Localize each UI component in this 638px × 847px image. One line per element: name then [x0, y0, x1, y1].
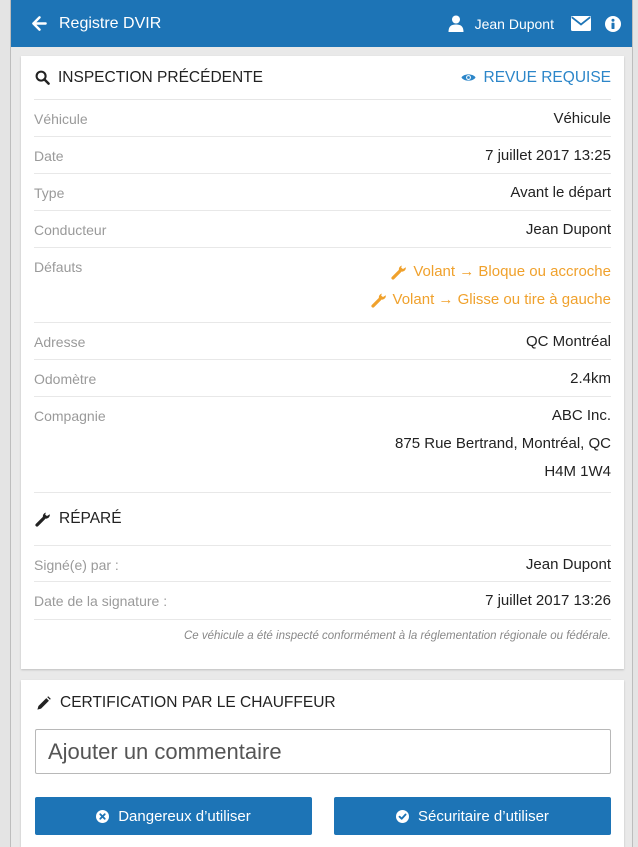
eye-icon — [460, 74, 476, 81]
date-row: Date 7 juillet 2017 13:25 — [34, 137, 611, 174]
type-row: Type Avant le départ — [34, 174, 611, 211]
inspection-header: INSPECTION PRÉCÉDENTE REVUE REQUISE — [34, 56, 611, 100]
back-button[interactable]: Registre DVIR — [32, 15, 161, 33]
x-circle-icon — [96, 809, 110, 823]
odometer-row: Odomètre 2.4km — [34, 360, 611, 397]
company-name: ABC Inc. — [551, 407, 611, 424]
certification-title: CERTIFICATION PAR LE CHAUFFEUR — [60, 694, 336, 711]
wrench-icon — [35, 512, 50, 527]
check-circle-icon — [396, 809, 410, 823]
comment-input[interactable] — [35, 729, 611, 774]
odometer-label: Odomètre — [34, 371, 97, 387]
signed-by-label: Signé(e) par : — [34, 557, 119, 573]
inspection-title: INSPECTION PRÉCÉDENTE — [58, 68, 263, 86]
signed-by-row: Signé(e) par : Jean Dupont — [34, 546, 611, 582]
defect-item: Volant → Glisse ou tire à gauche — [370, 286, 611, 314]
driver-row: Conducteur Jean Dupont — [34, 211, 611, 248]
pencil-icon — [37, 695, 51, 710]
safe-button-label: Sécuritaire d’utiliser — [418, 807, 549, 825]
defect-item: Volant → Bloque ou accroche — [371, 258, 611, 286]
vehicle-value: Véhicule — [553, 110, 611, 127]
signature-date-value: 7 juillet 2017 13:26 — [485, 592, 611, 609]
date-label: Date — [34, 148, 64, 164]
arrow-left-icon — [32, 16, 47, 31]
defects-row: Défauts Volant → Bloque ou accroche Vola… — [34, 248, 611, 323]
vehicle-row: Véhicule Véhicule — [34, 100, 611, 137]
company-label: Compagnie — [34, 408, 106, 424]
page-title: Registre DVIR — [59, 14, 162, 32]
review-required-label[interactable]: REVUE REQUISE — [484, 69, 611, 87]
envelope-icon[interactable] — [571, 16, 591, 31]
certification-header: CERTIFICATION PAR LE CHAUFFEUR — [34, 680, 611, 726]
address-row: Adresse QC Montréal — [34, 323, 611, 360]
wrench-icon — [391, 265, 407, 280]
signed-by-value: Jean Dupont — [525, 556, 611, 573]
defect-text: Volant → Glisse ou tire à gauche — [392, 291, 611, 308]
vehicle-label: Véhicule — [34, 111, 88, 127]
defects-label: Défauts — [34, 259, 83, 275]
compliance-note: Ce véhicule a été inspecté conformément … — [183, 630, 611, 642]
repaired-title: RÉPARÉ — [59, 510, 122, 527]
user-name[interactable]: Jean Dupont — [475, 16, 554, 32]
address-label: Adresse — [34, 334, 86, 350]
defects-list: Volant → Bloque ou accroche Volant → Gli… — [370, 248, 611, 314]
user-icon[interactable] — [448, 15, 464, 32]
certification-card: CERTIFICATION PAR LE CHAUFFEUR Dangereux… — [21, 680, 624, 847]
company-row: Compagnie ABC Inc. 875 Rue Bertrand, Mon… — [34, 397, 611, 493]
company-value: ABC Inc. 875 Rue Bertrand, Montréal, QC … — [395, 397, 611, 491]
inspection-card: INSPECTION PRÉCÉDENTE REVUE REQUISE Véhi… — [21, 56, 624, 669]
odometer-value: 2.4km — [570, 370, 611, 387]
type-label: Type — [34, 185, 65, 201]
review-required-link[interactable]: REVUE REQUISE — [460, 69, 611, 87]
search-icon — [34, 70, 50, 86]
app-frame: Registre DVIR Jean Dupont INSPECTION PRÉ… — [10, 0, 633, 847]
driver-value: Jean Dupont — [525, 221, 611, 238]
signature-date-label: Date de la signature : — [34, 593, 168, 609]
address-value: QC Montréal — [525, 333, 611, 350]
signature-date-row: Date de la signature : 7 juillet 2017 13… — [34, 582, 611, 620]
company-street: 875 Rue Bertrand, Montréal, QC — [395, 435, 611, 452]
repaired-header: RÉPARÉ — [34, 493, 611, 546]
info-icon[interactable] — [605, 15, 621, 32]
defect-text: Volant → Bloque ou accroche — [413, 263, 611, 280]
type-value: Avant le départ — [510, 184, 611, 201]
unsafe-button[interactable]: Dangereux d’utiliser — [35, 797, 312, 835]
safe-button[interactable]: Sécuritaire d’utiliser — [334, 797, 611, 835]
driver-label: Conducteur — [34, 222, 107, 238]
company-postal-code: H4M 1W4 — [544, 463, 611, 480]
unsafe-button-label: Dangereux d’utiliser — [118, 807, 251, 825]
date-value: 7 juillet 2017 13:25 — [485, 147, 611, 164]
top-bar: Registre DVIR Jean Dupont — [11, 0, 632, 47]
wrench-icon — [370, 293, 386, 308]
